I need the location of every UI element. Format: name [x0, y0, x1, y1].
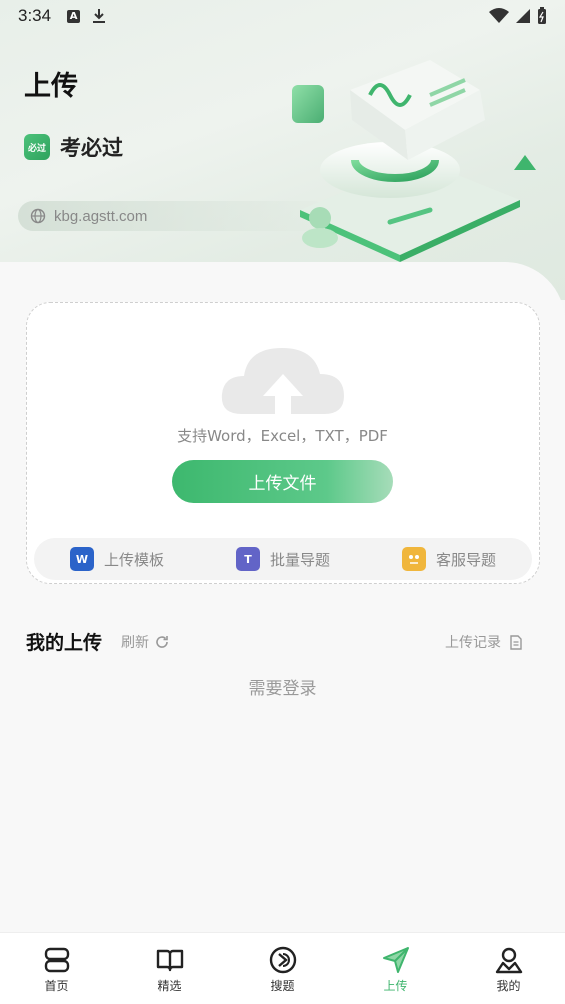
nav-label: 精选: [157, 979, 182, 993]
home-icon: [44, 947, 69, 973]
my-uploads-title: 我的上传: [26, 632, 103, 654]
signal-icon: [516, 9, 530, 23]
globe-icon: [30, 208, 46, 224]
nav-item-featured[interactable]: 精选: [130, 945, 210, 994]
quick-actions-bar: W 上传模板 T 批量导题 客服导题: [34, 538, 532, 580]
quick-action-label: 客服导题: [435, 550, 496, 569]
service-import-button[interactable]: 客服导题: [401, 547, 496, 571]
notification-a-icon: A: [67, 9, 81, 23]
battery-icon: [538, 7, 546, 24]
brand-name: 考必过: [60, 136, 123, 160]
download-icon: [93, 9, 106, 23]
supported-formats-text: 支持Word，Excel，TXT，PDF: [177, 427, 388, 445]
batch-import-button[interactable]: T 批量导题: [235, 547, 330, 571]
nav-item-upload[interactable]: 上传: [356, 945, 436, 994]
quick-action-label: 上传模板: [103, 550, 164, 569]
url-text: kbg.agstt.com: [54, 207, 148, 225]
login-required-text: 需要登录: [248, 679, 317, 699]
nav-item-home[interactable]: 首页: [17, 945, 97, 994]
profile-icon: [495, 947, 522, 974]
search-question-icon: [269, 946, 296, 974]
nav-label: 我的: [496, 979, 521, 993]
word-icon: W: [69, 547, 94, 571]
nav-label: 首页: [44, 979, 69, 993]
nav-item-search[interactable]: 搜题: [243, 945, 323, 994]
nav-label: 搜题: [270, 979, 295, 993]
upload-records-button[interactable]: 上传记录: [445, 632, 523, 652]
brand-row: 必过 考必过: [24, 132, 123, 162]
refresh-button[interactable]: 刷新: [121, 632, 169, 652]
nav-item-profile[interactable]: 我的: [469, 945, 549, 994]
document-icon: [510, 634, 522, 650]
upload-template-button[interactable]: W 上传模板: [69, 547, 164, 571]
upload-file-button[interactable]: 上传文件: [172, 460, 393, 503]
wifi-icon: [489, 8, 509, 23]
teams-icon: T: [235, 547, 260, 571]
page-title: 上传: [24, 71, 78, 102]
status-bar: 3:34 A: [0, 0, 565, 32]
records-label: 上传记录: [445, 635, 501, 651]
book-illustration: [292, 60, 536, 262]
send-icon: [382, 947, 409, 973]
quick-action-label: 批量导题: [269, 550, 330, 569]
refresh-label: 刷新: [121, 635, 149, 651]
brand-logo: 必过: [24, 134, 50, 160]
refresh-icon: [156, 636, 168, 648]
bottom-nav: 首页 精选 搜题 上传 我的: [0, 932, 565, 1004]
chat-icon: [401, 547, 426, 571]
book-icon: [156, 949, 183, 972]
cloud-upload-icon: [221, 348, 344, 414]
nav-label: 上传: [383, 979, 408, 993]
status-time: 3:34: [18, 6, 52, 25]
